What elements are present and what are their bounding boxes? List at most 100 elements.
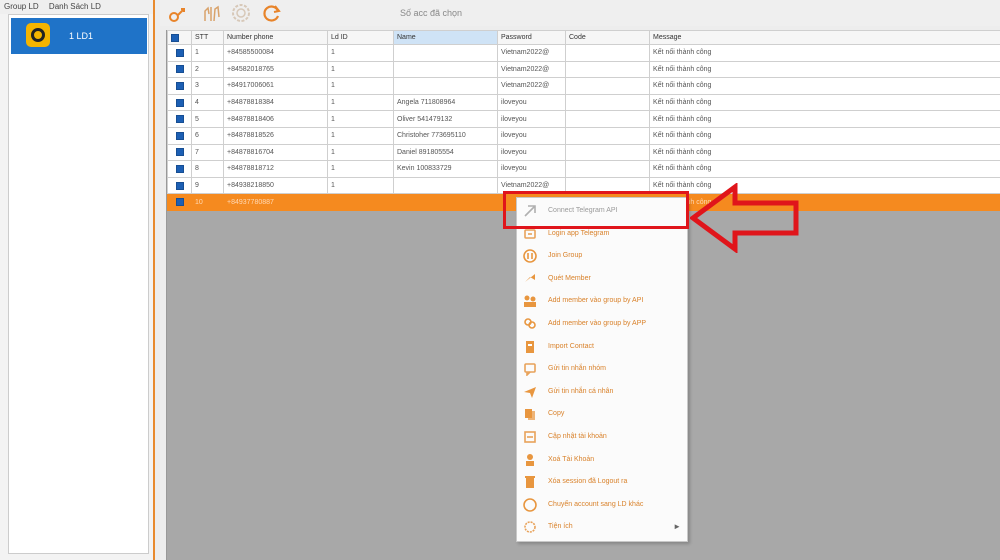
cell-password: Vietnam2022@ xyxy=(497,60,566,79)
menu-item-xoa-session-da-logout-ra[interactable]: Xóa session đã Logout ra xyxy=(517,472,687,494)
menu-item-quet-member[interactable]: Quét Member xyxy=(517,269,687,291)
menu-item-label: Gửi tin nhắn nhóm xyxy=(548,365,606,373)
cell-name xyxy=(393,60,498,79)
menu-item-gui-tin-nhan-nhom[interactable]: Gửi tin nhắn nhóm xyxy=(517,359,687,381)
row-checkbox[interactable] xyxy=(167,176,192,195)
row-checkbox[interactable] xyxy=(167,77,192,95)
column-header-message[interactable]: Message xyxy=(649,30,1000,45)
menu-item-import-contact[interactable]: Import Contact xyxy=(517,337,687,359)
column-header-phone[interactable]: Number phone xyxy=(223,30,328,45)
utility-icon xyxy=(523,520,537,534)
cell-name: Kevin 100833729 xyxy=(393,160,498,178)
cell-password: iloveyou xyxy=(497,160,566,178)
settings-gear-icon[interactable] xyxy=(231,3,251,23)
table-row[interactable]: 4 +84878818384 1 Angela 711808964 iloveyou Kế… xyxy=(167,93,1000,112)
column-header-password[interactable]: Password xyxy=(497,30,566,45)
column-header-code[interactable]: Code xyxy=(565,30,650,45)
update-icon xyxy=(523,430,537,444)
menu-item-label: Join Group xyxy=(548,252,583,260)
cell-phone: +84878818712 xyxy=(223,160,328,178)
cell-message: Kết nối thành công xyxy=(649,77,1000,95)
cell-stt: 9 xyxy=(191,176,224,195)
join-icon xyxy=(523,249,537,263)
table-row[interactable]: 2 +84582018765 1 Vietnam2022@ Kết nối thành … xyxy=(167,60,1000,79)
row-checkbox[interactable] xyxy=(167,143,192,162)
import-icon[interactable] xyxy=(168,3,188,23)
cell-password: Vietnam2022@ xyxy=(497,44,566,62)
cell-password: iloveyou xyxy=(497,143,566,162)
cell-ldid: 1 xyxy=(327,77,394,95)
left-tabs: Group LD Danh Sách LD xyxy=(0,0,153,14)
cell-message: Kết nối thành công xyxy=(649,93,1000,112)
cell-code xyxy=(565,44,650,62)
menu-item-gui-tin-nhan-ca-nhan[interactable]: Gửi tin nhắn cá nhân xyxy=(517,382,687,404)
row-checkbox[interactable] xyxy=(167,44,192,62)
table-row[interactable]: 6 +84878818526 1 Christoher 773695110 ilovey… xyxy=(167,126,1000,145)
menu-item-tien-ich[interactable]: Tiện ích ► xyxy=(517,517,687,539)
menu-item-add-member-vao-group-by-app[interactable]: Add member vào group by APP xyxy=(517,314,687,336)
row-checkbox[interactable] xyxy=(167,93,192,112)
menu-item-cap-nhat-tai-khoan[interactable]: Cập nhật tài khoản xyxy=(517,427,687,449)
submenu-arrow-icon: ► xyxy=(673,522,681,532)
cell-message: Kết nối thành công xyxy=(649,160,1000,178)
tab-group-ld[interactable]: Group LD xyxy=(4,2,39,11)
cell-stt: 3 xyxy=(191,77,224,95)
menu-item-label: Login app Telegram xyxy=(548,229,610,237)
cell-phone: +84585500084 xyxy=(223,44,328,62)
row-checkbox[interactable] xyxy=(167,110,192,128)
group-item-ld1[interactable]: 1 LD1 xyxy=(11,18,147,54)
row-checkbox[interactable] xyxy=(167,60,192,79)
cell-ldid: 1 xyxy=(327,93,394,112)
menu-item-add-member-vao-group-by-api[interactable]: Add member vào group by API xyxy=(517,291,687,313)
selected-count-label: Số acc đã chọn xyxy=(400,8,463,18)
row-checkbox[interactable] xyxy=(167,160,192,178)
menu-item-label: Xóa session đã Logout ra xyxy=(548,478,628,486)
cell-name: Daniel 891805554 xyxy=(393,143,498,162)
menu-item-chuyen-account-sang-ld-khac[interactable]: Chuyển account sang LD khác xyxy=(517,495,687,517)
cell-ldid: 1 xyxy=(327,126,394,145)
column-header-stt[interactable]: STT xyxy=(191,30,224,45)
cell-name: Christoher 773695110 xyxy=(393,126,498,145)
menu-item-label: Import Contact xyxy=(548,342,594,350)
cell-code xyxy=(565,126,650,145)
cell-stt: 10 xyxy=(191,193,224,211)
table-header: STT Number phone Ld ID Name Password Cod… xyxy=(167,30,1000,45)
table-row[interactable]: 7 +84878816704 1 Daniel 891805554 iloveyou Kế… xyxy=(167,143,1000,162)
users-icon xyxy=(523,294,537,308)
left-panel: Group LD Danh Sách LD 1 LD1 xyxy=(0,0,155,560)
trash-icon xyxy=(523,475,537,489)
table-row[interactable]: 3 +84917006061 1 Vietnam2022@ Kết nối thành … xyxy=(167,77,1000,95)
menu-item-copy[interactable]: Copy xyxy=(517,404,687,426)
app-logo-icon xyxy=(26,23,50,47)
cell-ldid: 1 xyxy=(327,110,394,128)
cell-stt: 5 xyxy=(191,110,224,128)
cell-code xyxy=(565,93,650,112)
menu-item-label: Cập nhật tài khoản xyxy=(548,433,607,440)
cell-message: Kết nối thành công xyxy=(649,44,1000,62)
import-contact-icon xyxy=(523,340,537,354)
row-checkbox[interactable] xyxy=(167,126,192,145)
cell-password: Vietnam2022@ xyxy=(497,77,566,95)
row-checkbox[interactable] xyxy=(167,193,192,211)
table-row[interactable]: 5 +84878818406 1 Oliver 541479132 iloveyou Kế… xyxy=(167,110,1000,128)
scan-icon xyxy=(523,272,537,286)
table-row[interactable]: 8 +84878818712 1 Kevin 100833729 iloveyou Kết… xyxy=(167,160,1000,178)
column-header-ldid[interactable]: Ld ID xyxy=(327,30,394,45)
select-all-checkbox[interactable] xyxy=(167,30,192,45)
table-row[interactable]: 1 +84585500084 1 Vietnam2022@ Kết nối thành … xyxy=(167,44,1000,62)
menu-item-label: Copy xyxy=(548,410,565,418)
send-icon xyxy=(523,385,537,399)
tab-danh-sach-ld[interactable]: Danh Sách LD xyxy=(49,2,101,11)
cell-name xyxy=(393,176,498,195)
cell-code xyxy=(565,160,650,178)
menu-item-join-group[interactable]: Join Group xyxy=(517,246,687,268)
refresh-icon[interactable] xyxy=(262,3,282,23)
cell-ldid: 1 xyxy=(327,160,394,178)
menu-item-xoa-tai-khoan[interactable]: Xoá Tài Khoản xyxy=(517,450,687,472)
column-header-name[interactable]: Name xyxy=(393,30,498,45)
menu-item-label: Quét Member xyxy=(548,274,591,282)
hands-icon[interactable] xyxy=(202,3,222,23)
cell-name: Angela 711808964 xyxy=(393,93,498,112)
menu-item-label: Add member vào group by API xyxy=(548,297,644,305)
cell-code xyxy=(565,110,650,128)
